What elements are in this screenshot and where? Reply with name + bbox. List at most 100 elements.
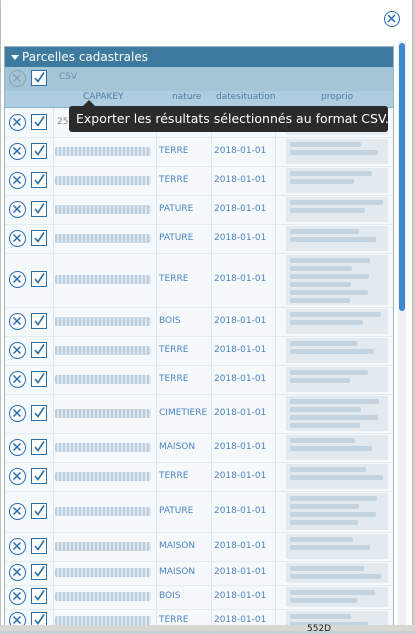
table-row[interactable]: MAISON 2018-01-01 <box>5 532 393 562</box>
remove-selected-icon[interactable] <box>9 70 26 87</box>
row-checkbox[interactable] <box>31 468 47 484</box>
row-checkbox[interactable] <box>31 172 47 188</box>
datesituation-cell: 2018-01-01 <box>214 374 267 384</box>
column-divider <box>211 462 212 491</box>
remove-row-icon[interactable] <box>9 612 26 625</box>
table-row[interactable]: PATURE 2018-01-01 <box>5 195 393 225</box>
row-checkbox[interactable] <box>31 371 47 387</box>
column-divider <box>275 137 276 166</box>
row-checkbox[interactable] <box>31 588 47 604</box>
column-divider <box>275 195 276 224</box>
column-divider <box>156 394 157 433</box>
row-checkbox[interactable] <box>31 313 47 329</box>
table-row[interactable]: TERRE 2018-01-01 <box>5 462 393 492</box>
remove-row-icon[interactable] <box>9 230 26 247</box>
remove-row-icon[interactable] <box>9 439 26 456</box>
remove-row-icon[interactable] <box>9 114 26 131</box>
row-checkbox[interactable] <box>31 143 47 159</box>
row-checkbox[interactable] <box>31 612 47 625</box>
nature-cell: PATURE <box>159 204 194 214</box>
column-divider <box>211 609 212 625</box>
proprio-cell <box>286 338 388 363</box>
row-checkbox[interactable] <box>31 405 47 421</box>
table-row[interactable]: PATURE 2018-01-01 <box>5 491 393 533</box>
row-checkbox[interactable] <box>31 503 47 519</box>
row-checkbox[interactable] <box>31 342 47 358</box>
row-checkbox[interactable] <box>31 271 47 287</box>
capakey-cell <box>55 147 151 156</box>
table-row[interactable]: TERRE 2018-01-01 <box>5 609 393 625</box>
column-divider <box>211 365 212 394</box>
nature-cell: PATURE <box>159 233 194 243</box>
table-row[interactable]: TERRE 2018-01-01 <box>5 166 393 196</box>
table-row[interactable]: TERRE 2018-01-01 <box>5 336 393 366</box>
table-row[interactable]: TERRE 2018-01-01 <box>5 137 393 167</box>
row-checkbox[interactable] <box>31 230 47 246</box>
remove-row-icon[interactable] <box>9 143 26 160</box>
collapse-caret-icon[interactable] <box>11 55 19 60</box>
csv-export-button[interactable]: CSV <box>59 72 77 82</box>
remove-row-icon[interactable] <box>9 342 26 359</box>
proprio-blur-line <box>290 150 378 155</box>
proprio-blur-line <box>290 200 383 205</box>
table-row[interactable]: MAISON 2018-01-01 <box>5 433 393 463</box>
table-row[interactable]: PATURE 2018-01-01 <box>5 224 393 254</box>
capakey-cell <box>55 275 151 284</box>
column-divider <box>156 253 157 307</box>
proprio-blur-line <box>290 274 369 279</box>
remove-row-icon[interactable] <box>9 468 26 485</box>
column-header-nature[interactable]: nature <box>172 92 202 102</box>
select-all-checkbox[interactable] <box>31 70 47 86</box>
proprio-cell <box>286 534 388 559</box>
results-scrollbar[interactable] <box>398 41 406 625</box>
table-row[interactable]: BOIS 2018-01-01 <box>5 585 393 610</box>
proprio-blur-line <box>290 520 358 525</box>
table-row[interactable]: MAISON 2018-01-01 <box>5 561 393 586</box>
table-row[interactable]: CIMETIERE 2018-01-01 <box>5 394 393 434</box>
column-divider <box>211 585 212 609</box>
remove-row-icon[interactable] <box>9 564 26 581</box>
remove-row-icon[interactable] <box>9 503 26 520</box>
row-checkbox[interactable] <box>31 564 47 580</box>
nature-cell: TERRE <box>159 175 189 185</box>
remove-row-icon[interactable] <box>9 201 26 218</box>
proprio-blur-line <box>290 512 376 517</box>
remove-row-icon[interactable] <box>9 313 26 330</box>
remove-row-icon[interactable] <box>9 538 26 555</box>
proprio-cell <box>286 197 388 222</box>
proprio-cell <box>286 563 388 583</box>
layer-header[interactable]: Parcelles cadastrales <box>5 47 393 67</box>
column-divider <box>156 585 157 609</box>
capakey-cell <box>55 592 151 601</box>
remove-row-icon[interactable] <box>9 371 26 388</box>
scrollbar-thumb[interactable] <box>399 43 405 311</box>
proprio-blur-line <box>290 282 351 287</box>
nature-cell: PATURE <box>159 506 194 516</box>
remove-row-icon[interactable] <box>9 172 26 189</box>
close-icon[interactable] <box>384 11 400 27</box>
column-header-datesituation[interactable]: datesituation <box>216 92 275 102</box>
column-header-proprio[interactable]: proprio <box>321 92 353 102</box>
nature-cell: TERRE <box>159 615 189 625</box>
row-checkbox[interactable] <box>31 439 47 455</box>
remove-row-icon[interactable] <box>9 271 26 288</box>
column-divider <box>275 336 276 365</box>
remove-row-icon[interactable] <box>9 588 26 605</box>
table-row[interactable]: TERRE 2018-01-01 <box>5 253 393 308</box>
row-checkbox[interactable] <box>31 201 47 217</box>
capakey-cell <box>55 317 151 326</box>
column-divider <box>211 195 212 224</box>
column-divider <box>53 561 54 585</box>
proprio-blur-line <box>290 229 359 234</box>
row-checkbox[interactable] <box>31 114 47 130</box>
row-checkbox[interactable] <box>31 538 47 554</box>
column-divider <box>156 137 157 166</box>
nature-cell: MAISON <box>159 541 196 551</box>
remove-row-icon[interactable] <box>9 405 26 422</box>
table-row[interactable]: TERRE 2018-01-01 <box>5 365 393 395</box>
table-row[interactable]: BOIS 2018-01-01 <box>5 307 393 337</box>
proprio-blur-line <box>290 467 366 472</box>
datesituation-cell: 2018-01-01 <box>214 316 267 326</box>
column-divider <box>156 609 157 625</box>
capakey-cell <box>55 472 151 481</box>
